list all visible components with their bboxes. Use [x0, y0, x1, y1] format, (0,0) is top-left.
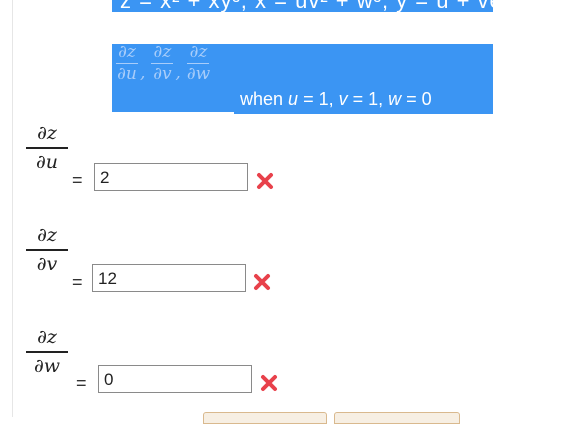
partial-du: ∂z ∂u [116, 44, 138, 83]
partials-list: ∂z ∂u , ∂z ∂v , ∂z ∂w [116, 42, 211, 84]
left-border [12, 0, 13, 417]
partial-dw: ∂z ∂w [187, 44, 210, 83]
partial-numerator: ∂z [153, 42, 172, 62]
fraction-bar [26, 249, 68, 251]
denominator: ∂v [36, 253, 58, 275]
derivative-dz-dw: ∂z ∂w [26, 328, 68, 376]
partial-numerator: ∂z [189, 42, 208, 62]
submit-button[interactable] [203, 412, 327, 424]
u-value: = 1, [298, 89, 339, 109]
numerator: ∂z [37, 326, 57, 348]
partial-denominator: ∂v [153, 64, 172, 84]
fraction-bar [26, 351, 68, 353]
condition-text: when u = 1, v = 1, w = 0 [240, 89, 432, 110]
selection-block-lower [112, 86, 234, 112]
var-u: u [288, 89, 299, 109]
partial-denominator: ∂w [186, 64, 211, 84]
answer-input-dv[interactable]: 12 [92, 264, 246, 292]
derivative-dz-dv: ∂z ∂v [26, 226, 68, 274]
numerator: ∂z [37, 224, 57, 246]
derivative-dz-du: ∂z ∂u [26, 124, 68, 172]
incorrect-icon [261, 375, 277, 391]
v-value: = 1, [347, 89, 389, 109]
equals-sign: = [72, 170, 83, 190]
when-label: when [240, 89, 284, 109]
secondary-button[interactable] [334, 412, 460, 424]
denominator: ∂w [33, 355, 61, 377]
var-v: v [338, 89, 348, 109]
var-w: w [388, 89, 402, 109]
partial-numerator: ∂z [118, 42, 136, 62]
fraction-bar [26, 147, 68, 149]
numerator: ∂z [37, 122, 57, 144]
equation-text: z = x² + xy³, x = uv² + w³, y = u + ve^u [120, 0, 493, 12]
equals-sign: = [76, 373, 87, 393]
incorrect-icon [257, 173, 273, 189]
answer-input-du[interactable]: 2 [94, 163, 248, 191]
partial-dv: ∂z ∂v [151, 42, 174, 84]
incorrect-icon [254, 274, 270, 290]
denominator: ∂u [35, 151, 59, 173]
equation-selection: z = x² + xy³, x = uv² + w³, y = u + ve^u [112, 0, 493, 12]
partial-denominator: ∂u [117, 64, 137, 84]
w-value: = 0 [401, 89, 432, 109]
equals-sign: = [72, 272, 83, 292]
answer-input-dw[interactable]: 0 [98, 365, 252, 393]
